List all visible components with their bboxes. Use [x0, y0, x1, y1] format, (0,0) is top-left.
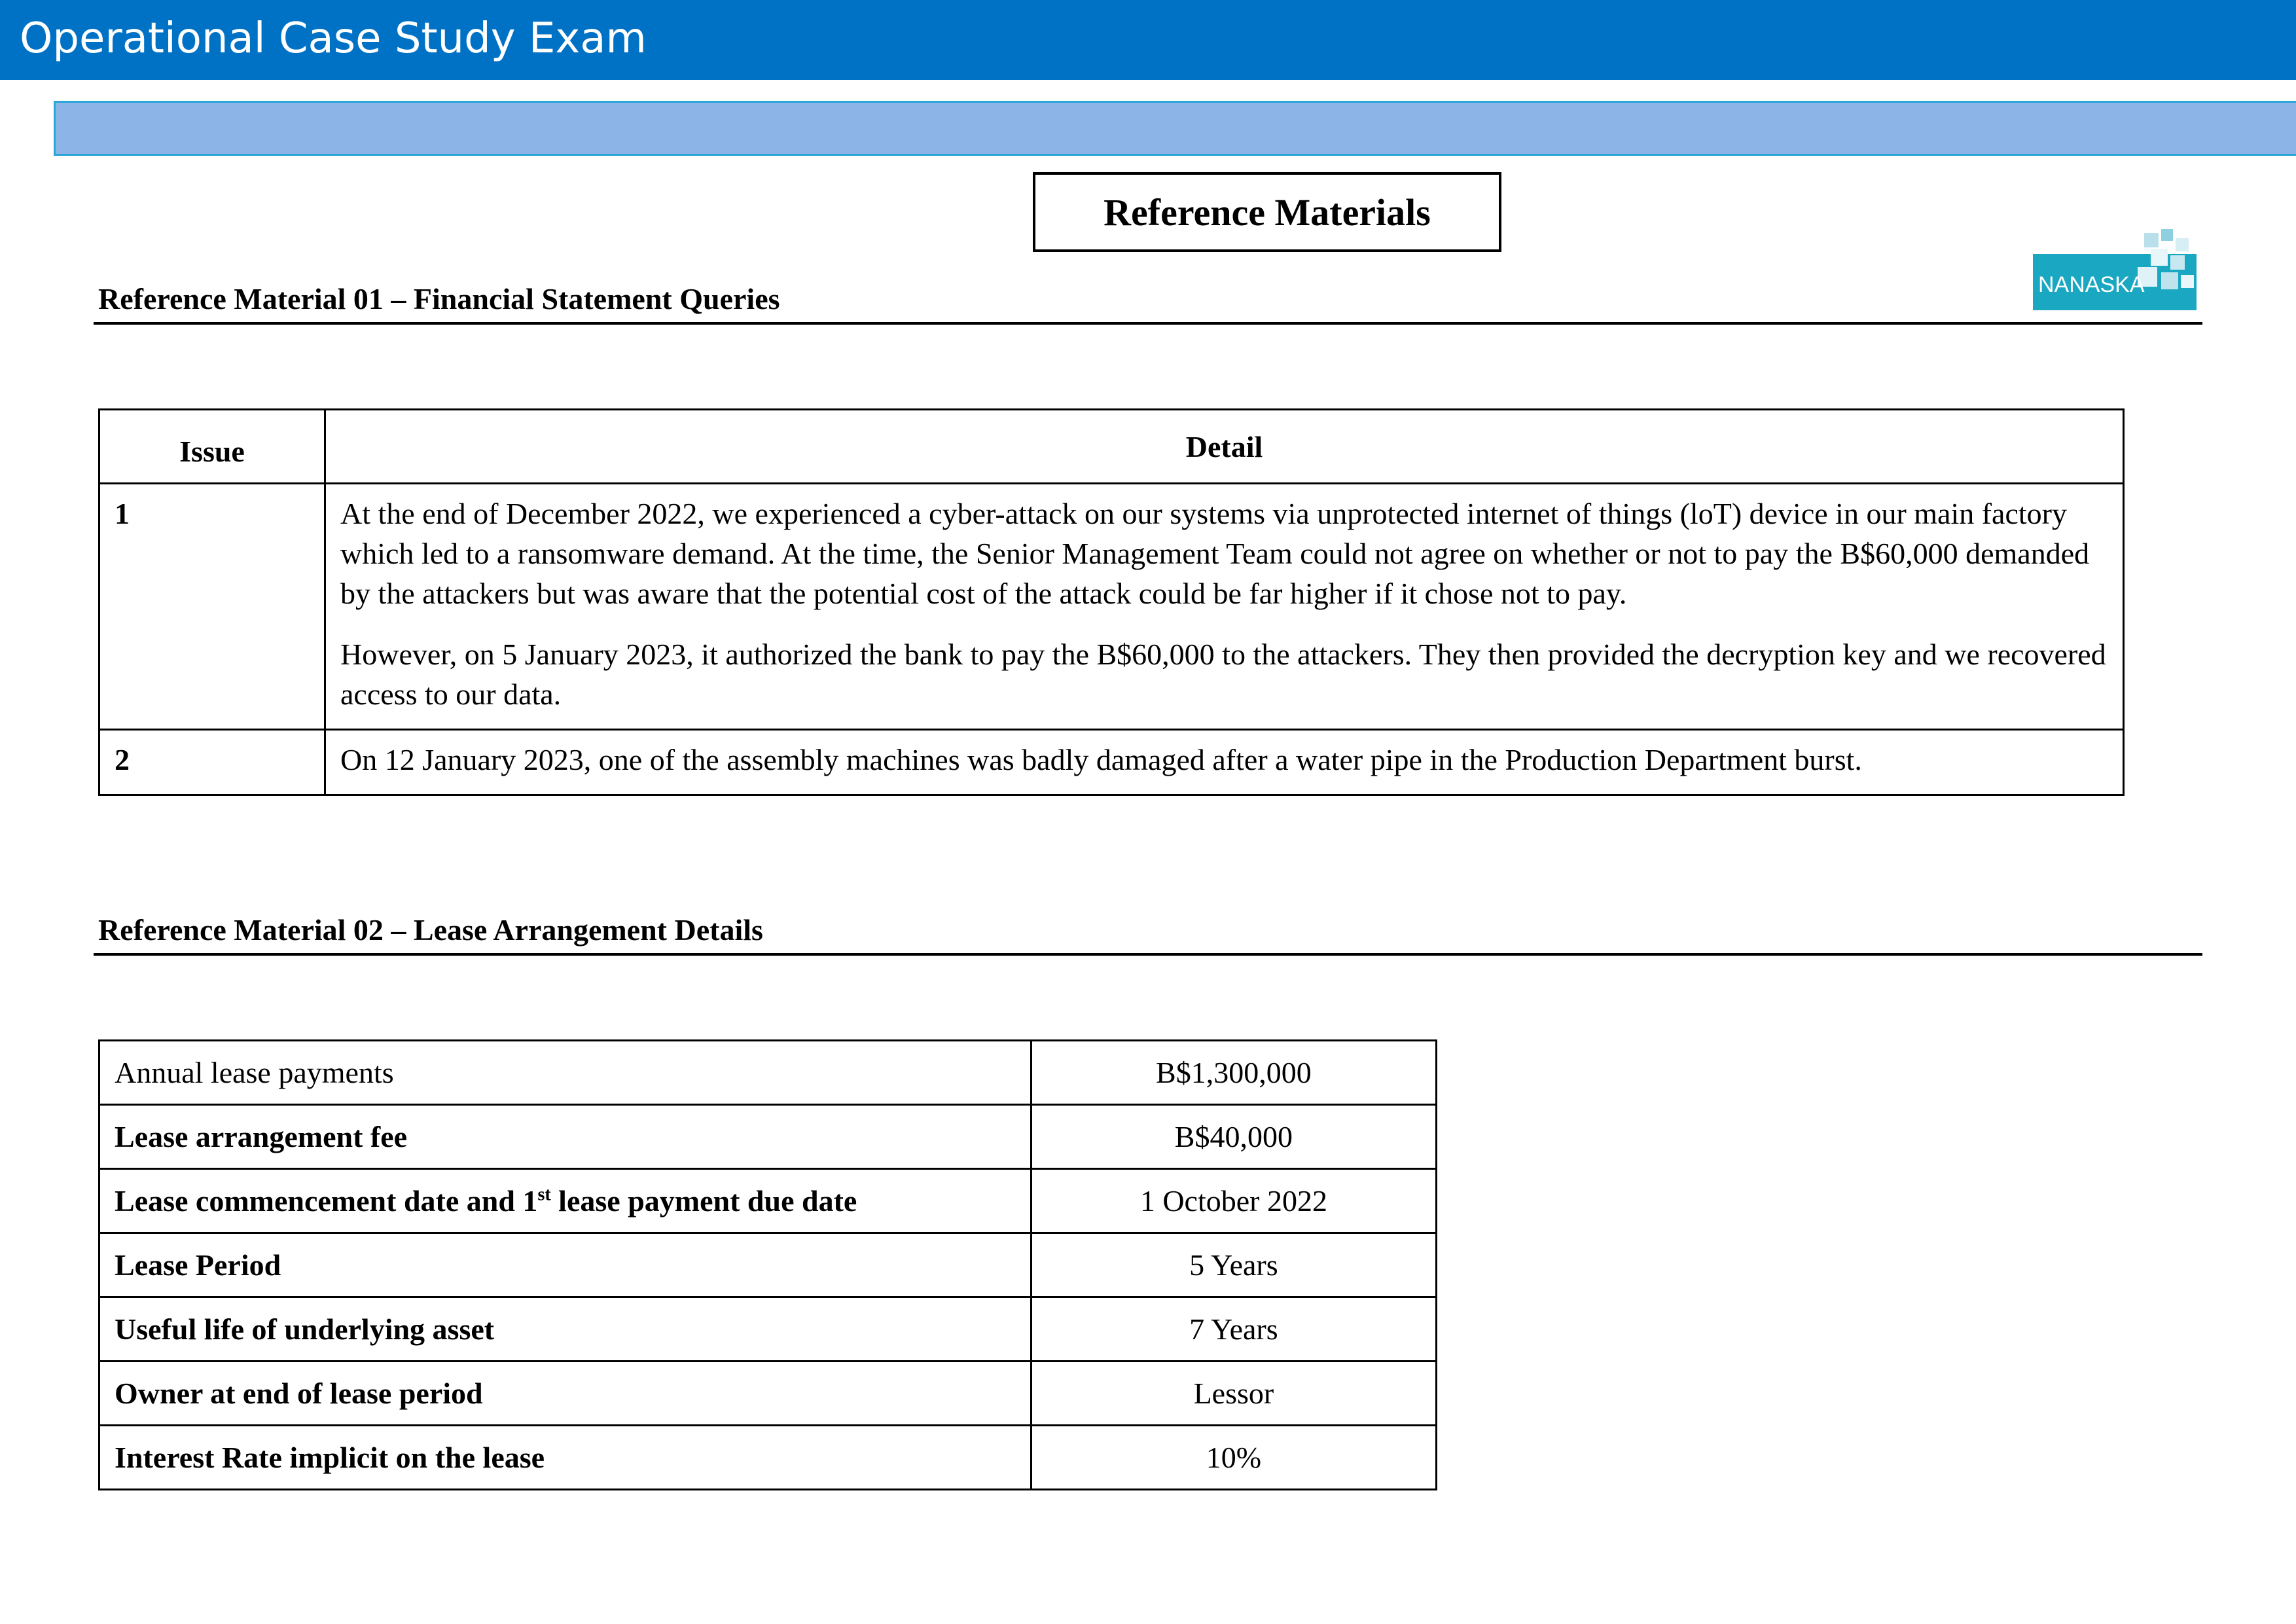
lease-arrangement-table: Annual lease payments B$1,300,000 Lease … — [98, 1039, 1438, 1490]
lease-label: Owner at end of lease period — [98, 1360, 1032, 1426]
detail-paragraph: At the end of December 2022, we experien… — [340, 497, 2090, 610]
lease-value: 7 Years — [1030, 1296, 1438, 1362]
column-header-issue: Issue — [98, 408, 326, 484]
sub-header-band — [54, 101, 2296, 156]
table-header-row: Issue Detail — [98, 408, 2125, 484]
table-row: 2 On 12 January 2023, one of the assembl… — [98, 729, 2125, 796]
lease-value: 1 October 2022 — [1030, 1168, 1438, 1234]
nanaska-logo: NANASKA — [2033, 229, 2197, 310]
table-row: Lease arrangement fee B$40,000 — [98, 1104, 1438, 1170]
exam-title: Operational Case Study Exam — [20, 14, 647, 63]
table-row: Lease commencement date and 1st lease pa… — [98, 1168, 1438, 1234]
ordinal-suffix: st — [537, 1184, 551, 1205]
section1-rule — [94, 322, 2202, 325]
table-row: Annual lease payments B$1,300,000 — [98, 1039, 1438, 1106]
table-row: Lease Period 5 Years — [98, 1232, 1438, 1298]
lease-label: Annual lease payments — [98, 1039, 1032, 1106]
table-row: Interest Rate implicit on the lease 10% — [98, 1424, 1438, 1490]
issue-number: 1 — [98, 482, 326, 731]
section2-rule — [94, 953, 2202, 956]
lease-value: B$40,000 — [1030, 1104, 1438, 1170]
lease-label-start: Lease commencement date and 1 — [115, 1184, 538, 1218]
lease-label: Lease commencement date and 1st lease pa… — [98, 1168, 1032, 1234]
lease-value: 5 Years — [1030, 1232, 1438, 1298]
section2-heading: Reference Material 02 – Lease Arrangemen… — [98, 913, 763, 947]
header-bar: Operational Case Study Exam — [0, 0, 2296, 80]
lease-label-end: lease payment due date — [550, 1184, 857, 1218]
issue-detail: On 12 January 2023, one of the assembly … — [324, 729, 2125, 796]
table-row: Owner at end of lease period Lessor — [98, 1360, 1438, 1426]
issue-number: 2 — [98, 729, 326, 796]
lease-value: 10% — [1030, 1424, 1438, 1490]
lease-label: Interest Rate implicit on the lease — [98, 1424, 1032, 1490]
detail-paragraph: On 12 January 2023, one of the assembly … — [340, 743, 1862, 776]
financial-statement-queries-table: Issue Detail 1 At the end of December 20… — [98, 408, 2125, 796]
lease-label: Useful life of underlying asset — [98, 1296, 1032, 1362]
column-header-detail: Detail — [324, 408, 2125, 484]
table-row: Useful life of underlying asset 7 Years — [98, 1296, 1438, 1362]
svg-text:NANASKA: NANASKA — [2038, 272, 2145, 297]
lease-label: Lease arrangement fee — [98, 1104, 1032, 1170]
table-row: 1 At the end of December 2022, we experi… — [98, 482, 2125, 731]
lease-value: B$1,300,000 — [1030, 1039, 1438, 1106]
section1-heading: Reference Material 01 – Financial Statem… — [98, 282, 780, 316]
page-title: Reference Materials — [1033, 172, 1501, 252]
lease-label: Lease Period — [98, 1232, 1032, 1298]
lease-value: Lessor — [1030, 1360, 1438, 1426]
detail-paragraph: However, on 5 January 2023, it authorize… — [340, 638, 2106, 711]
issue-detail: At the end of December 2022, we experien… — [324, 482, 2125, 731]
